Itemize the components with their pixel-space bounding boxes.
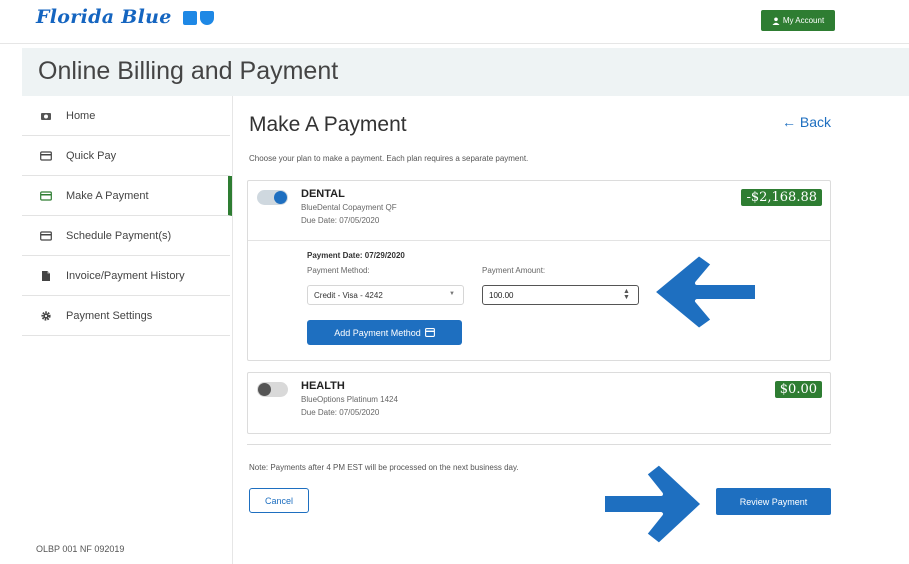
card-icon [40, 150, 52, 162]
section-heading: Make A Payment [249, 113, 407, 136]
section-divider [247, 444, 831, 445]
blue-cross-shield-icon [182, 11, 214, 25]
payment-date: Payment Date: 07/29/2020 [307, 251, 405, 260]
gear-icon [40, 310, 52, 322]
dropdown-caret-icon: ▼ [449, 291, 455, 297]
payment-method-value: Credit - Visa - 4242 [314, 290, 383, 300]
sidebar-item-label: Schedule Payment(s) [66, 229, 172, 242]
amount-stepper-icon[interactable]: ▲ ▼ [623, 288, 630, 301]
processing-note: Note: Payments after 4 PM EST will be pr… [249, 463, 519, 472]
payment-method-select[interactable]: Credit - Visa - 4242 ▼ [307, 285, 464, 305]
add-payment-method-button[interactable]: Add Payment Method [307, 320, 462, 345]
brand-logo[interactable]: Florida Blue [36, 6, 214, 28]
plan-due-date: Due Date: 07/05/2020 [301, 408, 380, 417]
user-icon [772, 17, 780, 25]
footer-code: OLBP 001 NF 092019 [36, 544, 125, 554]
card-divider [248, 240, 830, 241]
instructions-text: Choose your plan to make a payment. Each… [249, 154, 529, 163]
plan-toggle-dental[interactable] [257, 190, 288, 205]
plan-product: BlueDental Copayment QF [301, 203, 397, 212]
plan-name: HEALTH [301, 380, 345, 392]
annotation-arrow-right-icon [601, 461, 705, 547]
top-bar: Florida Blue My Account [0, 0, 909, 44]
sidebar-item-label: Make A Payment [66, 189, 149, 202]
sidebar-item-label: Quick Pay [66, 149, 117, 162]
back-link[interactable]: ← Back [782, 114, 831, 130]
page-title-bar: Online Billing and Payment [22, 48, 909, 96]
my-account-label: My Account [782, 16, 825, 25]
sidebar-item-make-a-payment[interactable]: Make A Payment [22, 176, 232, 216]
sidebar-item-label: Home [66, 109, 96, 122]
payment-amount-input[interactable] [482, 285, 639, 305]
plan-product: BlueOptions Platinum 1424 [301, 395, 398, 404]
card-icon [40, 190, 52, 202]
home-icon [40, 110, 52, 122]
plan-balance-badge: -$2,168.88 [741, 189, 822, 206]
plan-card-health: HEALTH BlueOptions Platinum 1424 Due Dat… [247, 372, 831, 434]
sidebar-item-label: Invoice/Payment History [66, 269, 185, 282]
plan-name: DENTAL [301, 188, 345, 200]
sidebar-item-home[interactable]: Home [22, 96, 230, 136]
card-icon [424, 328, 435, 337]
review-payment-button[interactable]: Review Payment [716, 488, 831, 515]
sidebar-item-invoice-history[interactable]: Invoice/Payment History [22, 256, 230, 296]
toggle-knob [274, 191, 287, 204]
cancel-button[interactable]: Cancel [249, 488, 309, 513]
payment-method-label: Payment Method: [307, 266, 370, 275]
sidebar-item-schedule-payments[interactable]: Schedule Payment(s) [22, 216, 230, 256]
sidebar-item-label: Payment Settings [66, 309, 153, 322]
annotation-arrow-left-icon [651, 252, 759, 332]
sidebar-item-quick-pay[interactable]: Quick Pay [22, 136, 230, 176]
brand-name: Florida Blue [36, 6, 172, 28]
sidebar-item-payment-settings[interactable]: Payment Settings [22, 296, 230, 336]
main-panel: Make A Payment ← Back Choose your plan t… [232, 96, 909, 564]
plan-balance-badge: $0.00 [774, 381, 822, 398]
card-icon [40, 230, 52, 242]
toggle-knob [258, 383, 271, 396]
plan-due-date: Due Date: 07/05/2020 [301, 216, 380, 225]
my-account-button[interactable]: My Account [761, 10, 835, 31]
plan-toggle-health[interactable] [257, 382, 288, 397]
document-icon [40, 270, 52, 282]
page-title: Online Billing and Payment [38, 57, 339, 85]
add-payment-method-label: Add Payment Method [334, 327, 421, 338]
sidebar: Home Quick Pay Make A Payment Schedule P… [22, 96, 232, 546]
payment-amount-label: Payment Amount: [482, 266, 546, 275]
